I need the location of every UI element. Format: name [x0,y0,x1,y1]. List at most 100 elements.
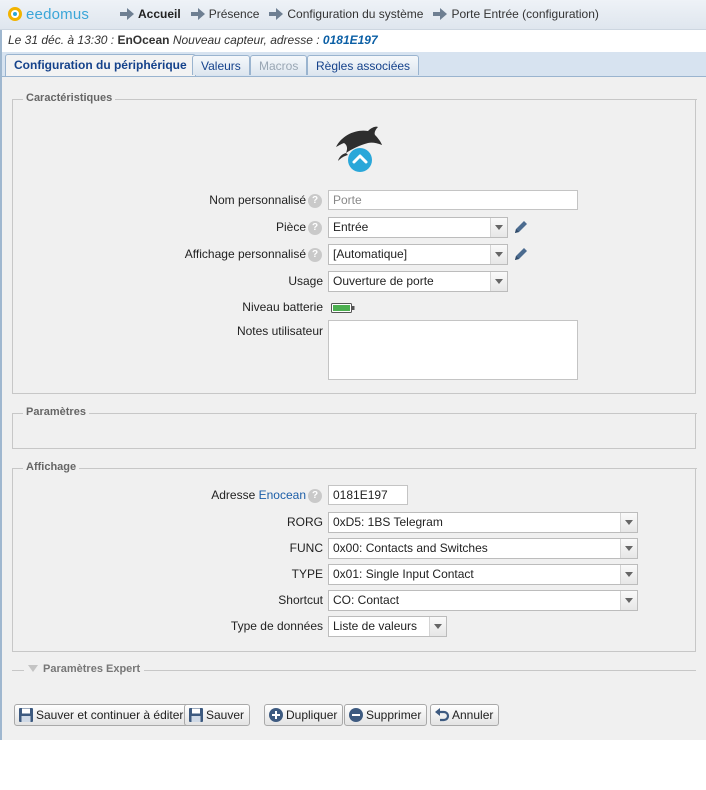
save-continue-label: Sauver et continuer à éditer [36,708,184,722]
tab-bar: Configuration du périphérique Valeurs Ma… [2,52,706,77]
logo-ring-icon [8,7,22,21]
eedomus-logo[interactable]: eedomus [8,4,89,24]
func-select[interactable]: 0x00: Contacts and Switches [328,538,638,559]
affichage-select-value: [Automatique] [333,247,408,261]
shortcut-select-value: CO: Contact [333,593,400,607]
breadcrumb-label: Porte Entrée (configuration) [451,7,599,21]
type-select[interactable]: 0x01: Single Input Contact [328,564,638,585]
breadcrumb-item-configuration[interactable]: Configuration du système [269,7,423,21]
breadcrumb-label: Accueil [138,7,181,21]
tab-valeurs[interactable]: Valeurs [192,55,250,75]
label-usage: Usage [288,274,323,288]
chevron-down-icon[interactable] [620,539,637,558]
legend-parametres-expert: Paramètres Expert [43,663,141,675]
legend-parametres: Paramètres [23,406,89,418]
help-icon[interactable]: ? [308,194,322,208]
type-de-donnees-select-value: Liste de valeurs [333,619,418,633]
enocean-link[interactable]: Enocean [259,488,306,502]
fieldset-border [13,99,697,100]
notification-address[interactable]: 0181E197 [323,33,378,47]
adresse-enocean-input[interactable]: 0181E197 [328,485,408,505]
piece-select[interactable]: Entrée [328,217,508,238]
arrow-right-icon [190,8,205,20]
label-nom-personnalise: Nom personnalisé [209,193,306,207]
tab-regles[interactable]: Règles associées [307,55,420,75]
cancel-button[interactable]: Annuler [430,704,500,726]
pencil-icon[interactable] [513,246,529,262]
pencil-icon[interactable] [513,219,529,235]
breadcrumb: Accueil Présence Configuration du systèm… [120,7,609,21]
chevron-down-icon[interactable] [490,218,507,237]
floppy-disk-icon [19,708,33,722]
breadcrumb-label: Configuration du système [287,7,424,21]
chevron-down-icon[interactable] [620,513,637,532]
usage-select-value: Ouverture de porte [333,274,434,288]
label-rorg: RORG [287,515,323,529]
label-shortcut: Shortcut [278,593,323,607]
label-adresse-enocean: Adresse Enocean [211,488,306,502]
minus-circle-icon [349,708,363,722]
help-icon[interactable]: ? [308,489,322,503]
chevron-down-icon[interactable] [620,591,637,610]
arrow-right-icon [433,8,448,20]
label-piece: Pièce [275,220,306,234]
legend-affichage: Affichage [23,461,80,473]
label-func: FUNC [289,541,323,555]
top-navigation-bar: eedomus Accueil Présence Configuration d… [0,0,706,30]
usage-select[interactable]: Ouverture de porte [328,271,508,292]
notification-banner: Le 31 déc. à 13:30 : EnOcean Nouveau cap… [8,33,378,47]
fieldset-border [13,413,697,414]
delete-button[interactable]: Supprimer [344,704,428,726]
breadcrumb-label: Présence [208,7,260,21]
type-de-donnees-select[interactable]: Liste de valeurs [328,616,447,637]
content-panel: Caractéristiques Nom personnalisé ? Port… [2,77,706,740]
rorg-select-value: 0xD5: 1BS Telegram [333,515,443,529]
add-circle-icon [269,708,283,722]
fieldset-parametres: Paramètres [12,406,697,449]
expert-toggle[interactable]: Paramètres Expert [24,663,145,675]
save-button[interactable]: Sauver [184,704,251,726]
battery-icon [331,303,355,313]
arrow-right-icon [269,8,284,20]
fieldset-border [13,468,697,469]
delete-label: Supprimer [366,708,422,722]
label-niveau-batterie: Niveau batterie [242,300,323,314]
help-icon[interactable]: ? [308,248,322,262]
tab-macros: Macros [250,55,308,75]
save-continue-button[interactable]: Sauver et continuer à éditer [14,704,190,726]
duplicate-button[interactable]: Dupliquer [264,704,344,726]
logo-text: eedomus [26,5,90,23]
duplicate-label: Dupliquer [286,708,338,722]
label-adresse-prefix: Adresse [211,488,256,502]
cancel-label: Annuler [452,708,494,722]
label-notes-utilisateur: Notes utilisateur [236,324,323,338]
breadcrumb-item-porte-entree[interactable]: Porte Entrée (configuration) [433,7,599,21]
type-select-value: 0x01: Single Input Contact [333,567,474,581]
help-icon[interactable]: ? [308,221,322,235]
legend-caracteristiques: Caractéristiques [23,92,116,104]
chevron-down-icon[interactable] [429,617,446,636]
nom-personnalise-input[interactable]: Porte [328,190,578,210]
undo-icon [435,708,450,722]
shortcut-select[interactable]: CO: Contact [328,590,638,611]
chevron-down-icon[interactable] [490,272,507,291]
notes-utilisateur-textarea[interactable] [328,320,578,380]
chevron-up-icon[interactable] [347,147,373,173]
label-type-de-donnees: Type de données [230,619,323,633]
arrow-right-icon [120,8,134,20]
triangle-down-icon [28,665,38,672]
floppy-disk-icon [189,708,203,722]
chevron-down-icon[interactable] [490,245,507,264]
affichage-personnalise-select[interactable]: [Automatique] [328,244,508,265]
save-label: Sauver [206,708,245,722]
chevron-down-icon[interactable] [620,565,637,584]
breadcrumb-item-presence[interactable]: Présence [190,7,260,21]
notification-message: Nouveau capteur, adresse : [172,33,320,47]
piece-select-value: Entrée [333,220,369,234]
rorg-select[interactable]: 0xD5: 1BS Telegram [328,512,638,533]
label-affichage-personnalise: Affichage personnalisé [184,247,306,261]
tab-configuration[interactable]: Configuration du périphérique [5,54,196,76]
label-type: TYPE [291,567,323,581]
func-select-value: 0x00: Contacts and Switches [333,541,488,555]
breadcrumb-item-accueil[interactable]: Accueil [120,7,181,21]
